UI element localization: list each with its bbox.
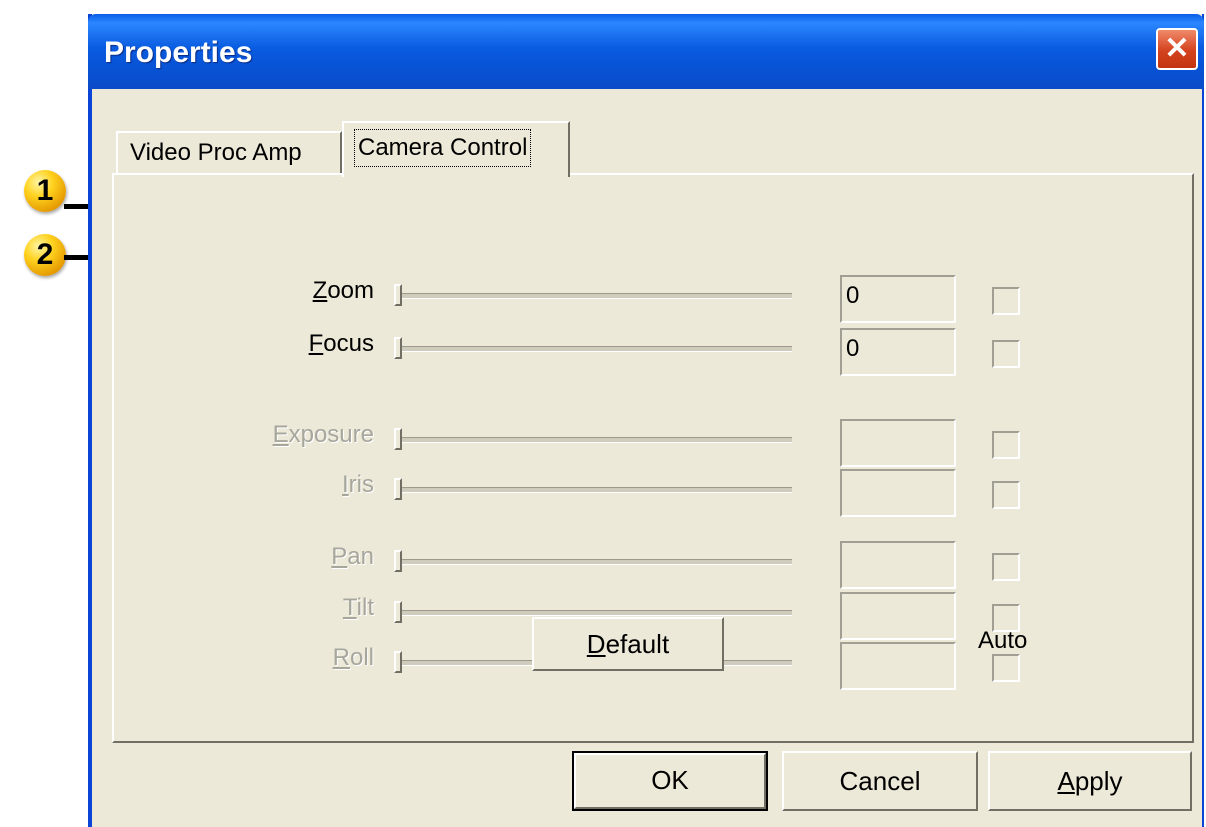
roll-value-field[interactable] [840, 642, 956, 690]
control-row-zoom: Zoom 0 [114, 275, 1192, 327]
ok-button[interactable]: OK [572, 751, 768, 811]
default-button[interactable]: Default [532, 617, 724, 671]
zoom-value-field[interactable]: 0 [840, 275, 956, 323]
control-row-focus: Focus 0 [114, 328, 1192, 380]
focus-value-field[interactable]: 0 [840, 328, 956, 376]
control-row-iris: Iris [114, 469, 1192, 521]
pan-value-field[interactable] [840, 541, 956, 589]
exposure-value-field[interactable] [840, 419, 956, 467]
control-row-exposure: Exposure [114, 419, 1192, 471]
roll-slider-thumb[interactable] [394, 651, 402, 673]
window-title: Properties [104, 36, 253, 69]
focus-auto-checkbox[interactable] [992, 340, 1020, 368]
tilt-label: Tilt [342, 594, 374, 621]
zoom-auto-checkbox[interactable] [992, 287, 1020, 315]
ok-button-label: OK [651, 765, 689, 795]
pan-slider-thumb[interactable] [394, 550, 402, 572]
iris-slider-thumb[interactable] [394, 478, 402, 500]
apply-button[interactable]: Apply [988, 751, 1192, 811]
camera-control-panel: Zoom 0 Focus 0 Exposure Iris Pan Tilt Ro… [112, 173, 1194, 743]
roll-label: Roll [332, 644, 374, 671]
callout-2: 2 [24, 234, 66, 276]
zoom-label: Zoom [312, 277, 374, 304]
focus-slider-thumb[interactable] [394, 337, 402, 359]
iris-auto-checkbox[interactable] [992, 481, 1020, 509]
cancel-button[interactable]: Cancel [782, 751, 978, 811]
tab-label: Video Proc Amp [130, 139, 302, 166]
zoom-slider-thumb[interactable] [394, 284, 402, 306]
tab-video-proc-amp[interactable]: Video Proc Amp [116, 131, 342, 173]
tilt-value-field[interactable] [840, 592, 956, 640]
focus-slider[interactable] [394, 336, 794, 362]
close-icon: ✕ [1164, 32, 1190, 65]
focus-label: Focus [308, 330, 374, 357]
control-row-pan: Pan [114, 541, 1192, 593]
exposure-label: Exposure [272, 421, 374, 448]
pan-slider[interactable] [394, 549, 794, 575]
iris-slider[interactable] [394, 477, 794, 503]
exposure-slider[interactable] [394, 427, 794, 453]
auto-column-label: Auto [978, 627, 1028, 654]
zoom-slider[interactable] [394, 283, 794, 309]
tab-label: Camera Control [354, 129, 532, 167]
tab-camera-control[interactable]: Camera Control [342, 121, 570, 177]
properties-dialog: Properties ✕ Video Proc Amp Camera Contr… [88, 14, 1204, 827]
close-button[interactable]: ✕ [1156, 28, 1198, 70]
iris-label: Iris [342, 471, 374, 498]
exposure-auto-checkbox[interactable] [992, 431, 1020, 459]
pan-auto-checkbox[interactable] [992, 553, 1020, 581]
iris-value-field[interactable] [840, 469, 956, 517]
pan-label: Pan [331, 543, 374, 570]
callout-1: 1 [24, 170, 66, 212]
title-bar[interactable]: Properties ✕ [88, 14, 1204, 89]
dialog-client-area: Video Proc Amp Camera Control Zoom 0 Foc… [92, 89, 1202, 827]
tilt-slider-thumb[interactable] [394, 601, 402, 623]
exposure-slider-thumb[interactable] [394, 428, 402, 450]
roll-auto-checkbox[interactable] [992, 654, 1020, 682]
